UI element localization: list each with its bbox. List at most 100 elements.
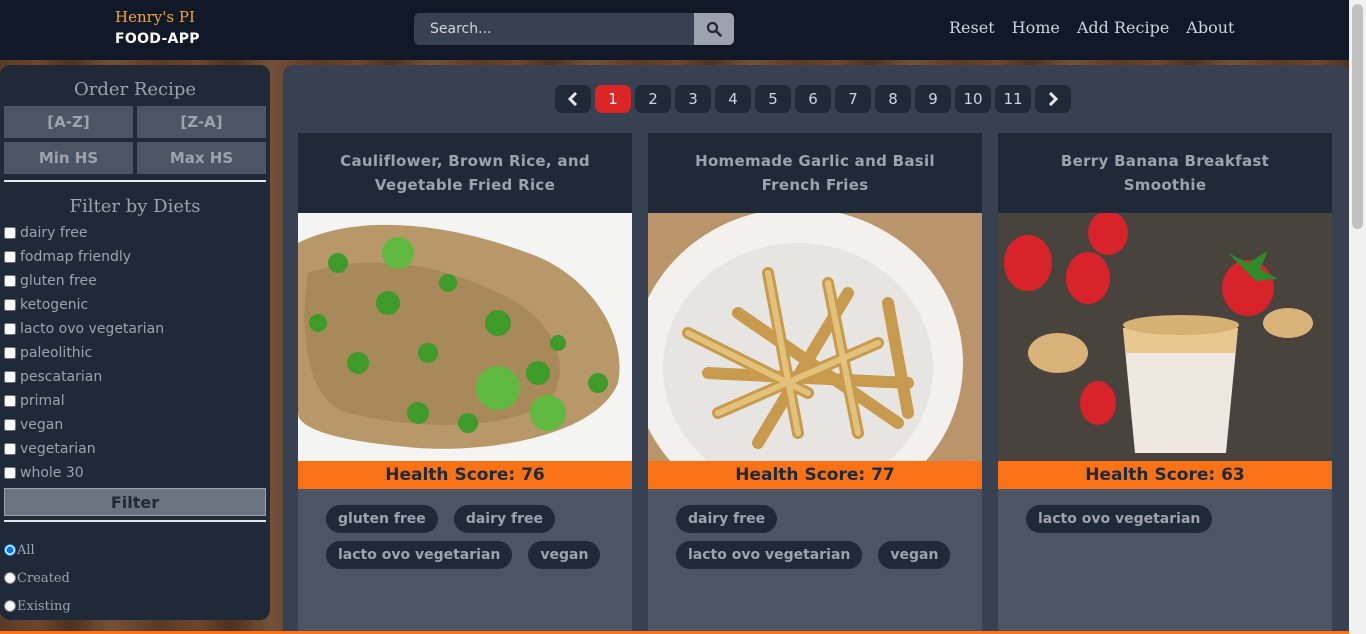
search-input[interactable]	[414, 13, 694, 45]
diet-tag-list: lacto ovo vegetarian	[998, 489, 1332, 533]
page-button-1[interactable]: 1	[595, 85, 631, 113]
page-button-8[interactable]: 8	[875, 85, 911, 113]
diet-checkbox[interactable]	[4, 419, 16, 431]
diet-filter-title: Filter by Diets	[69, 196, 201, 217]
next-page-button[interactable]	[1035, 85, 1071, 113]
page-button-5[interactable]: 5	[755, 85, 791, 113]
source-option-existing[interactable]: Existing	[4, 592, 266, 620]
diet-label: vegan	[20, 417, 64, 433]
diet-label: gluten free	[20, 273, 97, 289]
page-button-9[interactable]: 9	[915, 85, 951, 113]
health-score: Health Score: 77	[648, 461, 982, 489]
search-bar	[414, 13, 734, 45]
diet-checkbox[interactable]	[4, 323, 16, 335]
divider	[4, 520, 266, 522]
diet-tag: lacto ovo vegetarian	[1026, 505, 1213, 533]
diet-option[interactable]: ketogenic	[4, 293, 266, 317]
diet-option[interactable]: whole 30	[4, 461, 266, 485]
search-button[interactable]	[694, 13, 734, 45]
page-button-4[interactable]: 4	[715, 85, 751, 113]
diet-checkbox[interactable]	[4, 395, 16, 407]
page-button-6[interactable]: 6	[795, 85, 831, 113]
diet-label: fodmap friendly	[20, 249, 132, 265]
recipe-title[interactable]: Cauliflower, Brown Rice, and Vegetable F…	[298, 133, 632, 213]
diet-checkbox[interactable]	[4, 347, 16, 359]
diet-checkbox[interactable]	[4, 251, 16, 263]
diet-option[interactable]: vegetarian	[4, 437, 266, 461]
order-az-button[interactable]: [A-Z]	[4, 106, 133, 138]
recipe-card[interactable]: Cauliflower, Brown Rice, and Vegetable F…	[298, 133, 632, 634]
diet-option[interactable]: pescatarian	[4, 365, 266, 389]
scrollbar-thumb[interactable]	[1352, 4, 1363, 229]
diet-checkbox-list: dairy free fodmap friendly gluten free k…	[4, 221, 266, 485]
diet-checkbox[interactable]	[4, 299, 16, 311]
diet-option[interactable]: fodmap friendly	[4, 245, 266, 269]
diet-tag-list: dairy free lacto ovo vegetarian vegan	[648, 489, 982, 569]
page-button-3[interactable]: 3	[675, 85, 711, 113]
source-option-created[interactable]: Created	[4, 564, 266, 592]
recipe-title[interactable]: Homemade Garlic and Basil French Fries	[648, 133, 982, 213]
diet-label: ketogenic	[20, 297, 89, 313]
diet-option[interactable]: lacto ovo vegetarian	[4, 317, 266, 341]
fried-rice-photo	[298, 213, 632, 461]
nav-about[interactable]: About	[1186, 18, 1234, 37]
diet-tag: gluten free	[326, 505, 438, 533]
diet-tag: dairy free	[453, 505, 555, 533]
source-radio[interactable]	[4, 572, 16, 584]
diet-checkbox[interactable]	[4, 467, 16, 479]
diet-label: lacto ovo vegetarian	[20, 321, 165, 337]
diet-option[interactable]: primal	[4, 389, 266, 413]
brand-logo[interactable]: Henry's PI FOOD-APP	[115, 8, 200, 47]
order-title: Order Recipe	[73, 79, 197, 100]
diet-label: dairy free	[20, 225, 88, 241]
recipe-image-fried-rice[interactable]	[298, 213, 632, 461]
brand-subtitle: FOOD-APP	[115, 31, 200, 47]
prev-page-button[interactable]	[555, 85, 591, 113]
navbar: Henry's PI FOOD-APP Reset Home Add Recip…	[0, 0, 1349, 60]
diet-checkbox[interactable]	[4, 371, 16, 383]
page-button-7[interactable]: 7	[835, 85, 871, 113]
health-score: Health Score: 76	[298, 461, 632, 489]
chevron-left-icon	[567, 92, 578, 106]
recipe-card-list: Cauliflower, Brown Rice, and Vegetable F…	[298, 133, 1332, 634]
source-label: Created	[17, 570, 70, 586]
diet-option[interactable]: dairy free	[4, 221, 266, 245]
diet-label: primal	[20, 393, 65, 409]
diet-tag-list: gluten free dairy free lacto ovo vegetar…	[298, 489, 632, 569]
diet-checkbox[interactable]	[4, 227, 16, 239]
divider	[4, 180, 266, 182]
brand-title: Henry's PI	[115, 8, 195, 26]
page-button-11[interactable]: 11	[995, 85, 1031, 113]
recipes-panel: 1 2 3 4 5 6 7 8 9 10 11 Cauliflower, Bro…	[283, 65, 1349, 634]
recipe-image-smoothie[interactable]	[998, 213, 1332, 461]
order-min-hs-button[interactable]: Min HS	[4, 142, 133, 174]
recipe-card[interactable]: Homemade Garlic and Basil French Fries H…	[648, 133, 982, 634]
diet-label: paleolithic	[20, 345, 93, 361]
diet-option[interactable]: vegan	[4, 413, 266, 437]
page-button-10[interactable]: 10	[955, 85, 991, 113]
diet-option[interactable]: paleolithic	[4, 341, 266, 365]
source-label: All	[17, 542, 35, 558]
page-button-2[interactable]: 2	[635, 85, 671, 113]
nav-home[interactable]: Home	[1012, 18, 1060, 37]
order-za-button[interactable]: [Z-A]	[137, 106, 266, 138]
diet-label: pescatarian	[20, 369, 103, 385]
recipe-image-french-fries[interactable]	[648, 213, 982, 461]
recipe-title[interactable]: Berry Banana Breakfast Smoothie	[998, 133, 1332, 213]
source-radio[interactable]	[4, 544, 16, 556]
chevron-right-icon	[1048, 92, 1059, 106]
diet-tag: vegan	[528, 541, 601, 569]
nav-add-recipe[interactable]: Add Recipe	[1077, 18, 1169, 37]
source-radio[interactable]	[4, 600, 16, 612]
page-scrollbar[interactable]	[1349, 0, 1366, 634]
recipe-card[interactable]: Berry Banana Breakfast Smoothie Health S…	[998, 133, 1332, 634]
nav-reset[interactable]: Reset	[949, 18, 995, 37]
diet-checkbox[interactable]	[4, 275, 16, 287]
pagination: 1 2 3 4 5 6 7 8 9 10 11	[555, 85, 1071, 113]
diet-option[interactable]: gluten free	[4, 269, 266, 293]
source-option-all[interactable]: All	[4, 536, 266, 564]
source-radio-group: All Created Existing	[4, 536, 266, 620]
filter-button[interactable]: Filter	[4, 488, 266, 516]
order-max-hs-button[interactable]: Max HS	[137, 142, 266, 174]
diet-checkbox[interactable]	[4, 443, 16, 455]
